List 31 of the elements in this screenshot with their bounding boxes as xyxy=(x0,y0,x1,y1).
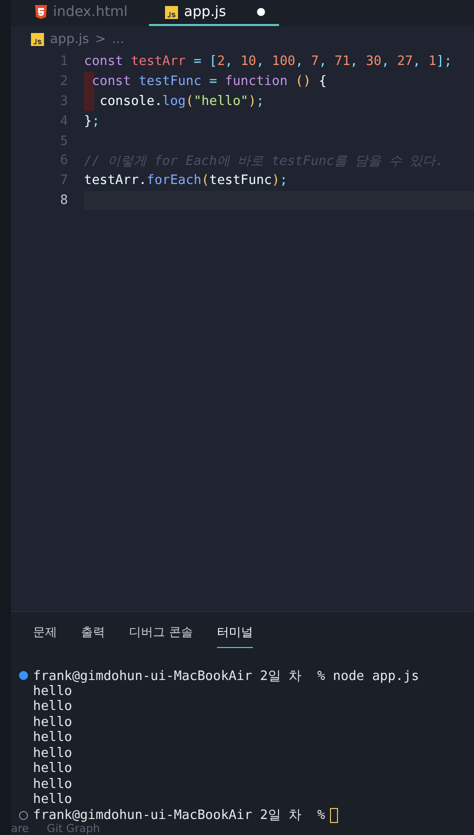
line-number: 4 xyxy=(60,114,68,129)
terminal-output: hello xyxy=(33,684,72,699)
code-line: const testFunc = function () { xyxy=(90,74,327,90)
line-number: 2 xyxy=(60,74,68,90)
terminal-output: hello xyxy=(33,730,72,746)
line-number: 5 xyxy=(60,134,68,149)
panel-tab[interactable]: 문제 xyxy=(33,624,57,648)
line-number: 8 xyxy=(60,192,68,208)
panel-tab[interactable]: 디버그 콘솔 xyxy=(129,624,193,648)
terminal-prompt: frank@gimdohun-ui-MacBookAir 2일 차 % node app.js xyxy=(33,668,420,685)
terminal-output: hello xyxy=(33,699,72,714)
line-number: 6 xyxy=(60,153,68,168)
code-line: }; xyxy=(84,114,100,129)
terminal-output: hello xyxy=(33,792,72,808)
code-line: console.log("hello"); xyxy=(98,94,264,109)
terminal-output: hello xyxy=(33,761,72,776)
terminal-output: hello xyxy=(33,746,72,761)
terminal-output: hello xyxy=(33,776,72,792)
panel-tab[interactable]: 출력 xyxy=(81,624,105,648)
breadcrumb-separator: > xyxy=(95,32,106,46)
js-file-icon xyxy=(165,6,178,18)
code-line: testArr.forEach(testFunc); xyxy=(84,173,288,188)
code-line: const testArr = [2, 10, 100, 7, 71, 30, 27, 1]; xyxy=(84,54,452,70)
js-file-icon xyxy=(31,32,44,46)
line-number: 3 xyxy=(60,94,68,109)
panel-tab[interactable]: 터미널 xyxy=(216,624,253,648)
line-number: 1 xyxy=(60,54,68,70)
line-number: 7 xyxy=(60,173,68,188)
html-file-icon xyxy=(35,5,47,19)
terminal-output: hello xyxy=(33,714,72,730)
terminal-prompt: frank@gimdohun-ui-MacBookAir 2일 차 % xyxy=(33,807,326,824)
